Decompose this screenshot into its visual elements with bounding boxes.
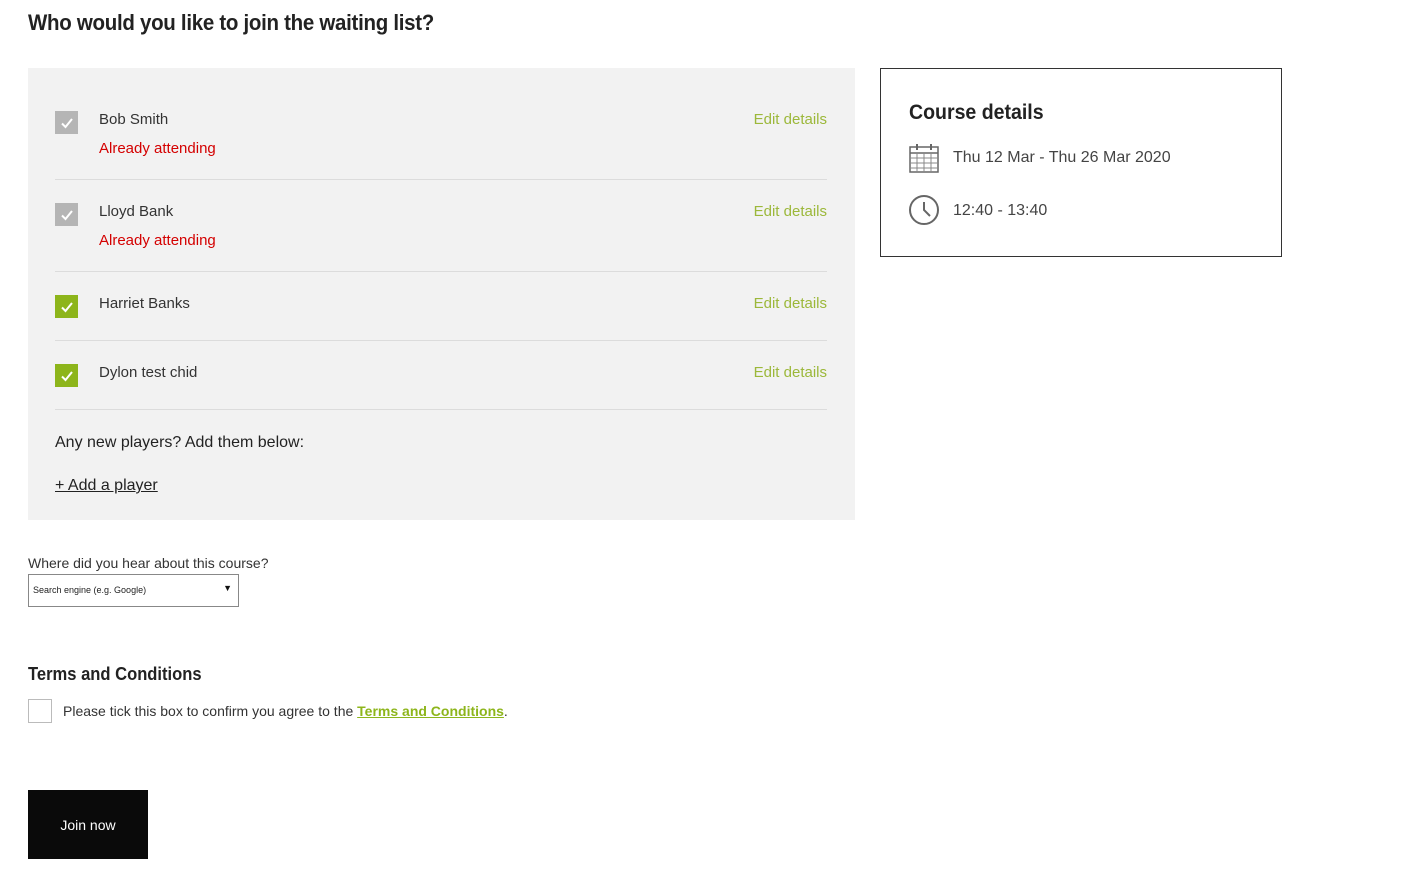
player-row: Harriet Banks Edit details: [55, 271, 827, 341]
edit-details-link[interactable]: Edit details: [754, 364, 827, 381]
already-attending-note: Already attending: [99, 140, 216, 157]
edit-details-link[interactable]: Edit details: [754, 203, 827, 220]
already-attending-note: Already attending: [99, 232, 216, 249]
course-dates: Thu 12 Mar - Thu 26 Mar 2020: [953, 149, 1171, 166]
course-details-box: Course details Thu 12 Mar - Thu 26 Mar 2…: [880, 68, 1282, 257]
dropdown-arrow-icon: ▼: [223, 583, 232, 593]
new-players-label: Any new players? Add them below:: [55, 434, 305, 451]
checkmark-icon: [60, 301, 73, 312]
clock-icon: [909, 195, 939, 225]
referral-select-value: Search engine (e.g. Google): [33, 585, 147, 595]
add-player-link[interactable]: + Add a player: [55, 477, 158, 495]
terms-checkbox[interactable]: [28, 699, 52, 723]
terms-text-before: Please tick this box to confirm you agre…: [63, 703, 358, 719]
players-panel: Bob Smith Already attending Edit details…: [28, 68, 855, 520]
referral-select[interactable]: Search engine (e.g. Google) ▼: [28, 574, 239, 607]
player-checkbox[interactable]: [55, 364, 78, 387]
terms-text-after: .: [503, 703, 508, 719]
player-name: Dylon test chid: [99, 364, 198, 381]
calendar-icon: [909, 144, 939, 173]
player-row: Bob Smith Already attending Edit details: [55, 68, 827, 180]
checkmark-icon: [60, 117, 73, 128]
edit-details-link[interactable]: Edit details: [754, 295, 827, 312]
course-time: 12:40 - 13:40: [953, 202, 1048, 219]
player-checkbox: [55, 203, 78, 226]
referral-label: Where did you hear about this course?: [28, 555, 269, 571]
player-row: Dylon test chid Edit details: [55, 340, 827, 410]
player-name: Harriet Banks: [99, 295, 190, 312]
join-now-button[interactable]: Join now: [28, 790, 148, 859]
player-row: Lloyd Bank Already attending Edit detail…: [55, 179, 827, 272]
player-name: Bob Smith: [99, 111, 169, 128]
player-checkbox[interactable]: [55, 295, 78, 318]
course-details-title: Course details: [909, 101, 1044, 124]
terms-heading: Terms and Conditions: [28, 664, 202, 684]
terms-text: Please tick this box to confirm you agre…: [63, 703, 508, 719]
checkmark-icon: [60, 370, 73, 381]
player-name: Lloyd Bank: [99, 203, 174, 220]
page-title: Who would you like to join the waiting l…: [28, 10, 435, 35]
checkmark-icon: [60, 209, 73, 220]
edit-details-link[interactable]: Edit details: [754, 111, 827, 128]
player-checkbox: [55, 111, 78, 134]
terms-link[interactable]: Terms and Conditions: [357, 703, 504, 719]
